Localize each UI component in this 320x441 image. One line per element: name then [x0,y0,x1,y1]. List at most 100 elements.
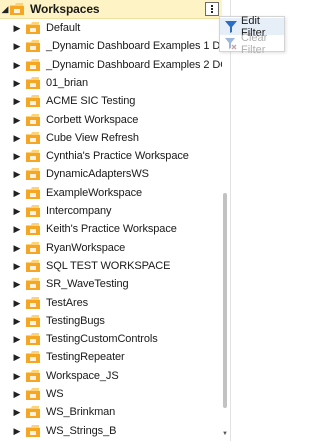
filter-context-menu: Edit Filter Clear Filter [219,15,285,56]
expand-arrow-icon[interactable]: ▶ [12,37,22,55]
tree-item[interactable]: ▶ DynamicAdaptersWS [0,165,222,183]
folder-icon [26,22,40,34]
expand-arrow-icon[interactable]: ▶ [12,165,22,183]
tree-item[interactable]: ▶ Default [0,19,222,37]
tree-item[interactable]: ▶ ACME SIC Testing [0,92,222,110]
expand-arrow-icon[interactable]: ▶ [12,294,22,312]
expand-arrow-icon[interactable]: ▶ [12,184,22,202]
folder-icon [26,168,40,180]
tree-item[interactable]: ▶ TestingBugs [0,312,222,330]
tree-item[interactable]: ▶ WS [0,385,222,403]
tree-item[interactable]: ▶ _Dynamic Dashboard Examples 1 DO NOT ED… [0,37,222,55]
folder-icon [26,242,40,254]
expand-arrow-icon[interactable]: ▶ [12,257,22,275]
tree-item-label: Cube View Refresh [46,132,139,144]
tree-item-label: DynamicAdaptersWS [46,168,149,180]
tree-root-label: Workspaces [30,2,100,16]
tree-item[interactable]: ▶ Corbett Workspace [0,111,222,129]
folder-icon [26,77,40,89]
filter-icon [225,20,237,33]
expand-arrow-icon[interactable]: ▶ [12,92,22,110]
tree-item[interactable]: ▶ 01_brian [0,74,222,92]
folder-icon [26,370,40,382]
expand-arrow-icon[interactable]: ▶ [12,202,22,220]
expand-arrow-icon[interactable]: ▶ [12,330,22,348]
tree-item-label: 01_brian [46,77,89,89]
tree-item[interactable]: ▶ Cynthia's Practice Workspace [0,147,222,165]
expand-arrow-icon[interactable]: ▶ [12,56,22,74]
tree-item[interactable]: ▶ Keith's Practice Workspace [0,220,222,238]
expand-arrow-icon[interactable]: ▶ [12,275,22,293]
tree-item-label: Cynthia's Practice Workspace [46,150,189,162]
tree-item-label: WS_Strings_B [46,425,117,437]
expand-arrow-icon[interactable]: ▶ [12,74,22,92]
folder-icon [26,223,40,235]
expand-arrow-icon[interactable]: ▶ [12,111,22,129]
tree-item[interactable]: ▶ ExampleWorkspace [0,184,222,202]
expand-arrow-icon[interactable]: ▶ [12,385,22,403]
expand-arrow-icon[interactable]: ▶ [12,312,22,330]
folder-icon [26,297,40,309]
tree-item-label: RyanWorkspace [46,242,126,254]
tree-item-label: TestingRepeater [46,351,125,363]
expand-arrow-icon[interactable]: ▶ [12,147,22,165]
folder-icon [26,40,40,52]
folder-icon [26,351,40,363]
folder-icon [26,95,40,107]
tree-item[interactable]: ▶ Cube View Refresh [0,129,222,147]
tree-item-label: Corbett Workspace [46,114,139,126]
collapse-arrow-icon[interactable]: ◢ [0,0,10,18]
clear-filter-menu-item[interactable]: Clear Filter [220,32,284,56]
folder-icon [26,205,40,217]
tree-item-label: Default [46,22,81,34]
folder-icon [26,150,40,162]
folder-icon [10,3,24,15]
clear-filter-label: Clear Filter [241,31,268,56]
tree-item-label: Keith's Practice Workspace [46,223,177,235]
more-options-icon[interactable] [205,2,219,16]
folder-icon [26,260,40,272]
expand-arrow-icon[interactable]: ▶ [12,403,22,421]
tree-root-workspaces[interactable]: ◢ Workspaces [0,0,222,18]
tree-item[interactable]: ▶ WS_Strings_B [0,422,222,440]
scroll-thumb[interactable] [223,193,227,408]
tree-item-label: _Dynamic Dashboard Examples 1 DO NOT EDI… [46,40,222,52]
tree-item[interactable]: ▶ TestingRepeater [0,348,222,366]
expand-arrow-icon[interactable]: ▶ [12,220,22,238]
tree-item-label: Workspace_JS [46,370,119,382]
tree-item-label: TestingBugs [46,315,105,327]
expand-arrow-icon[interactable]: ▶ [12,367,22,385]
expand-arrow-icon[interactable]: ▶ [12,19,22,37]
expand-arrow-icon[interactable]: ▶ [12,422,22,440]
folder-icon [26,59,40,71]
tree-item[interactable]: ▶ SQL TEST WORKSPACE [0,257,222,275]
folder-icon [26,388,40,400]
folder-icon [26,333,40,345]
tree-item-label: Intercompany [46,205,112,217]
tree-item[interactable]: ▶ WS_Brinkman [0,403,222,421]
tree-item[interactable]: ▶ SR_WaveTesting [0,275,222,293]
tree-item[interactable]: ▶ _Dynamic Dashboard Examples 2 DO NOT ED… [0,56,222,74]
tree-item-label: _Dynamic Dashboard Examples 2 DO NOT EDI… [46,59,222,71]
tree-item-label: SQL TEST WORKSPACE [46,260,171,272]
expand-arrow-icon[interactable]: ▶ [12,239,22,257]
tree-item[interactable]: ▶ Workspace_JS [0,367,222,385]
tree-item-label: ExampleWorkspace [46,187,143,199]
folder-icon [26,278,40,290]
tree-item-label: TestingCustomControls [46,333,158,345]
folder-icon [26,315,40,327]
folder-icon [26,406,40,418]
tree-item[interactable]: ▶ TestingCustomControls [0,330,222,348]
tree-item[interactable]: ▶ TestAres [0,294,222,312]
expand-arrow-icon[interactable]: ▶ [12,348,22,366]
tree-item-label: SR_WaveTesting [46,278,129,290]
folder-icon [26,114,40,126]
folder-icon [26,187,40,199]
expand-arrow-icon[interactable]: ▶ [12,129,22,147]
vertical-scrollbar[interactable]: ▲ ▼ [222,18,228,441]
scroll-down-arrow-icon[interactable]: ▼ [222,431,228,439]
workspaces-tree-panel: ◢ Workspaces ▶ Default ▶ _Dynamic Dashboard… [0,0,231,441]
tree-item[interactable]: ▶ RyanWorkspace [0,239,222,257]
tree-item-label: WS [46,388,64,400]
tree-item[interactable]: ▶ Intercompany [0,202,222,220]
